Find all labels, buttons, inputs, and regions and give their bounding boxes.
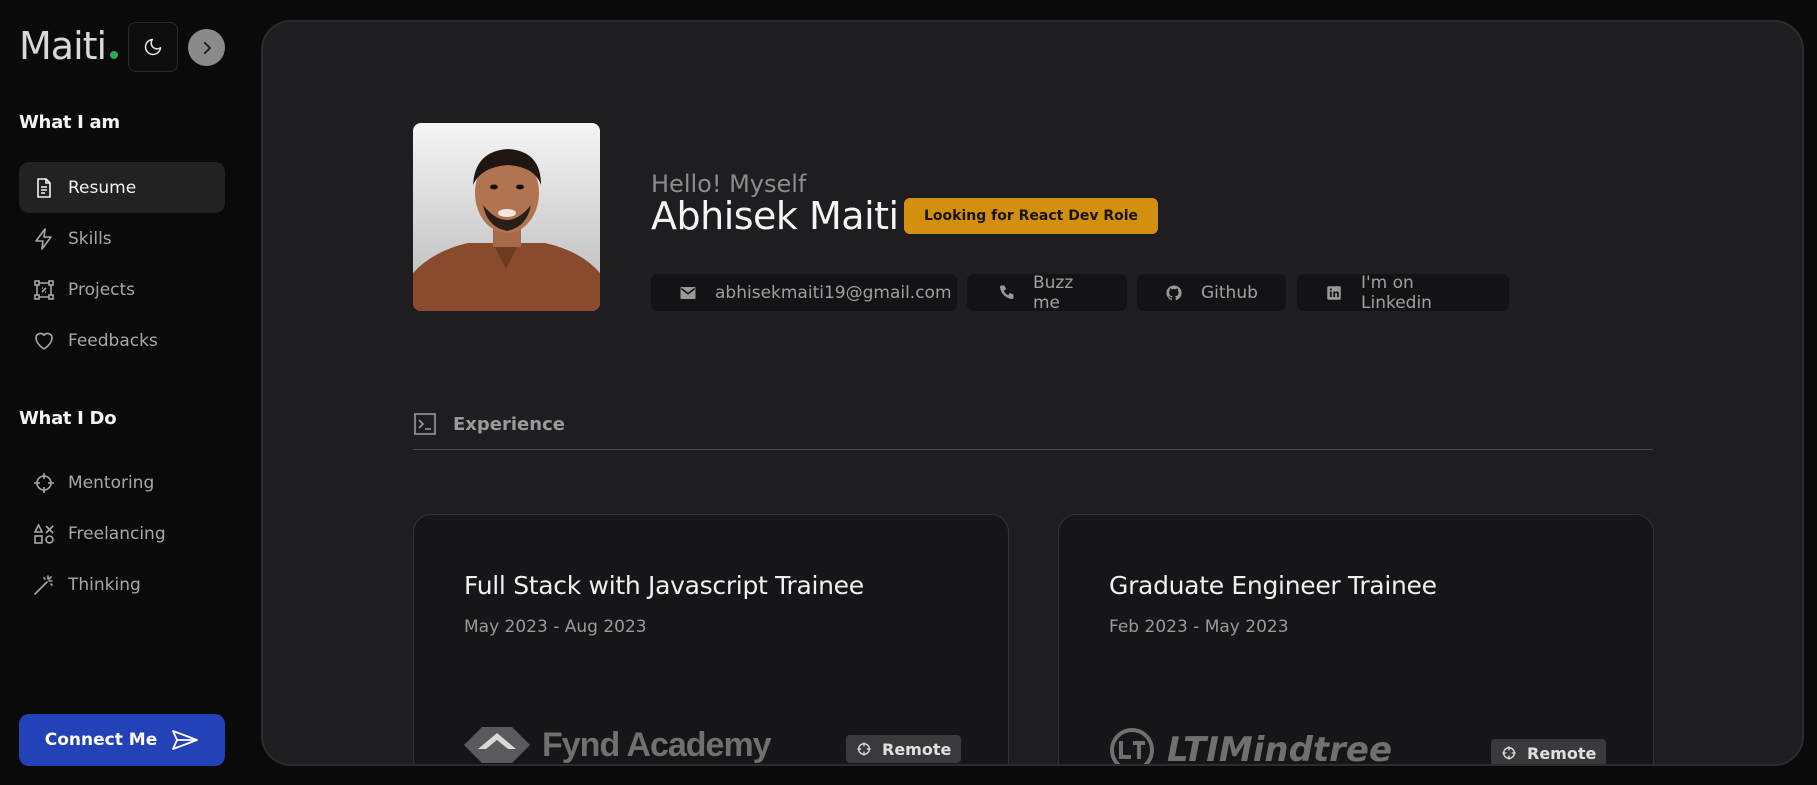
location-text: Remote	[1527, 743, 1597, 763]
location-badge: Remote	[846, 735, 962, 763]
lti-logo-icon	[1110, 728, 1154, 764]
crosshair-icon	[1502, 746, 1516, 760]
section-title-what-i-do: What I Do	[19, 408, 117, 429]
connect-me-label: Connect Me	[44, 730, 158, 750]
brand-dot	[110, 51, 119, 59]
sidebar-item-label: Skills	[68, 228, 112, 249]
terminal-icon	[414, 413, 436, 435]
github-icon	[1166, 284, 1182, 300]
linkedin-icon	[1327, 285, 1341, 300]
connect-me-button[interactable]: Connect Me	[19, 714, 225, 766]
sidebar-item-label: Resume	[68, 177, 137, 198]
experience-divider	[413, 449, 1653, 450]
experience-card-fynd: Full Stack with Javascript Trainee May 2…	[413, 514, 1009, 764]
job-dates: Feb 2023 - May 2023	[1109, 617, 1289, 637]
sidebar-item-label: Mentoring	[68, 472, 155, 493]
company-logo-ltimindtree: LTIMindtree	[1109, 727, 1393, 766]
moon-icon	[144, 38, 162, 56]
github-text: Github	[1201, 282, 1258, 303]
linkedin-contact-button[interactable]: I'm on Linkedin	[1297, 272, 1509, 313]
sidebar-item-label: Thinking	[68, 574, 141, 595]
email-contact-button[interactable]: abhisekmaiti19@gmail.com	[651, 274, 957, 311]
phone-text: Buzz me	[1033, 272, 1074, 313]
sidebar-item-feedbacks[interactable]: Feedbacks	[19, 315, 225, 366]
linkedin-text: I'm on Linkedin	[1361, 272, 1432, 313]
profile-name: Abhisek Maiti	[651, 194, 899, 238]
crosshair-icon	[857, 742, 871, 756]
sidebar-item-label: Freelancing	[68, 523, 166, 544]
profile-photo	[413, 123, 600, 311]
section-title-what-i-am: What I am	[19, 112, 120, 133]
heart-icon	[35, 332, 53, 350]
phone-icon	[1000, 285, 1014, 299]
experience-heading: Experience	[413, 412, 565, 436]
sidebar-item-freelancing[interactable]: Freelancing	[19, 508, 225, 559]
magic-wand-icon	[34, 574, 53, 595]
job-title: Full Stack with Javascript Trainee	[464, 571, 864, 600]
sidebar-item-skills[interactable]: Skills	[19, 213, 225, 264]
chevron-right-icon	[203, 41, 211, 54]
location-badge: Remote	[1491, 739, 1607, 764]
crosshair-icon	[34, 472, 54, 493]
sidebar: Maiti What I am Resume Skills Projects F…	[0, 0, 245, 785]
email-text: abhisekmaiti19@gmail.com	[715, 282, 952, 303]
experience-card-ltimindtree: Graduate Engineer Trainee Feb 2023 - May…	[1058, 514, 1654, 766]
projects-icon	[34, 279, 54, 300]
github-contact-button[interactable]: Github	[1137, 274, 1286, 311]
sidebar-item-label: Feedbacks	[68, 330, 158, 351]
theme-toggle-button[interactable]	[128, 22, 178, 72]
company-logo-fynd: Fynd Academy	[464, 723, 772, 764]
sidebar-item-projects[interactable]: Projects	[19, 264, 225, 315]
location-text: Remote	[882, 739, 952, 759]
phone-contact-button[interactable]: Buzz me	[967, 272, 1127, 313]
main-panel: Hello! Myself Abhisek Maiti Looking for …	[261, 20, 1804, 766]
experience-title: Experience	[453, 413, 565, 435]
brand-logo[interactable]: Maiti	[19, 24, 119, 68]
role-status-badge: Looking for React Dev Role	[904, 198, 1159, 234]
app-root: Maiti What I am Resume Skills Projects F…	[0, 0, 1817, 785]
sidebar-item-thinking[interactable]: Thinking	[19, 559, 225, 610]
job-title: Graduate Engineer Trainee	[1109, 571, 1437, 600]
mail-icon	[680, 286, 696, 299]
lightning-icon	[35, 227, 52, 250]
job-dates: May 2023 - Aug 2023	[464, 617, 647, 637]
shapes-icon	[33, 522, 54, 544]
sidebar-item-mentoring[interactable]: Mentoring	[19, 457, 225, 508]
fynd-logo-icon	[464, 727, 530, 763]
company-name: LTIMindtree	[1167, 730, 1393, 766]
document-icon	[37, 177, 51, 198]
sidebar-item-resume[interactable]: Resume	[19, 162, 225, 213]
brand-text: Maiti	[19, 24, 107, 68]
sidebar-item-label: Projects	[68, 279, 136, 300]
company-name: Fynd Academy	[542, 725, 772, 764]
send-icon	[172, 730, 199, 750]
expand-sidebar-button[interactable]	[188, 29, 225, 66]
